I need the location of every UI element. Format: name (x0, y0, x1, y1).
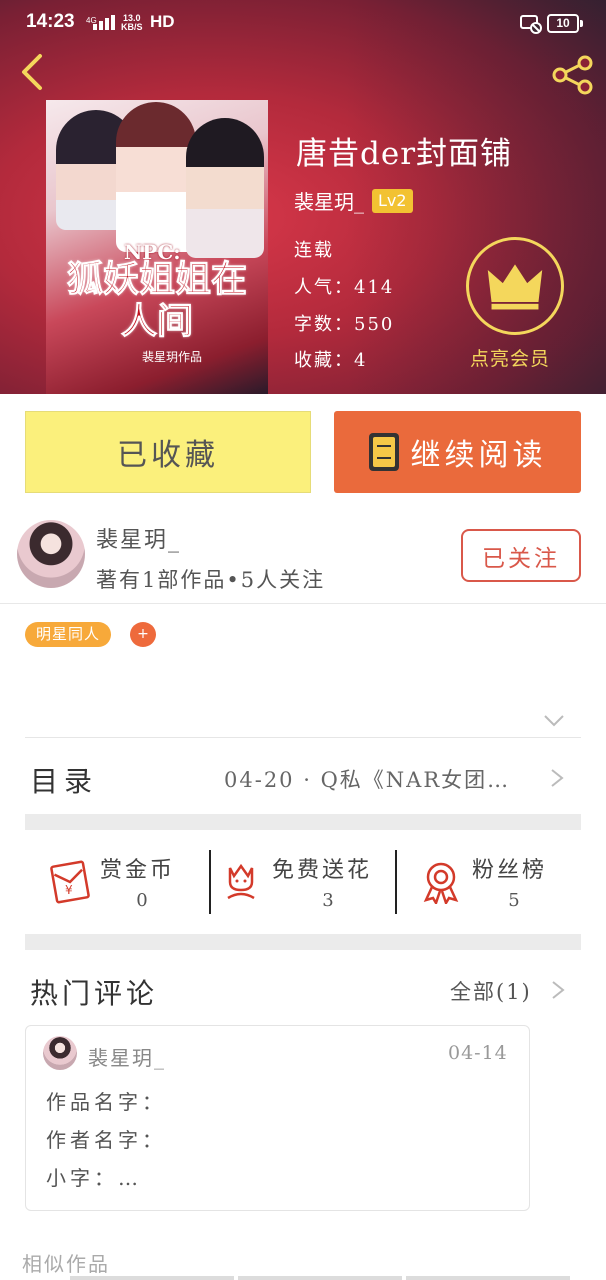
follow-button[interactable]: 已关注 (461, 529, 581, 582)
book-author-name[interactable]: 裴星玥_ (294, 186, 364, 215)
book-word-count: 字数：550 (294, 314, 395, 335)
cover-figure-right (186, 118, 264, 258)
add-tag-button[interactable]: + (130, 622, 156, 647)
commenter-name[interactable]: 裴星玥_ (88, 1042, 166, 1071)
comment-text-line: 作品名字： (46, 1090, 166, 1114)
share-icon[interactable] (550, 55, 596, 95)
status-time: 14:23 (26, 11, 75, 32)
ribbon-medal-icon[interactable] (420, 860, 462, 904)
red-envelope-icon[interactable]: ¥ (48, 860, 92, 904)
similar-works-title: 相似作品 (22, 1252, 110, 1276)
chevron-down-icon[interactable] (543, 712, 565, 728)
cover-figure-center (116, 102, 196, 252)
comment-date: 04-14 (448, 1042, 508, 1064)
cover-title-text: 狐妖姐姐在人间 (66, 258, 247, 343)
toc-latest-chapter[interactable]: 04-20 · Q私《NAR女团… (224, 764, 544, 794)
fan-ranking-label[interactable]: 粉丝榜 (472, 852, 547, 884)
commenter-avatar[interactable] (43, 1036, 77, 1070)
divider (25, 737, 581, 738)
hd-indicator: HD (150, 12, 175, 31)
reward-coins-label[interactable]: 赏金币 (100, 852, 175, 884)
fan-ranking-value: 5 (508, 890, 520, 911)
reward-coins-value: 0 (136, 890, 148, 911)
book-collections: 收藏：4 (294, 350, 368, 371)
svg-text:¥: ¥ (65, 883, 73, 897)
status-bar: 14:23 4G 13.0 KB/S HD 10 (0, 0, 606, 46)
section-separator (25, 934, 581, 950)
cover-sub-text: 裴星玥作品 (142, 350, 203, 364)
vip-label[interactable]: 点亮会员 (470, 344, 550, 371)
free-flowers-label[interactable]: 免费送花 (272, 852, 372, 884)
divider (395, 850, 397, 914)
flower-icon[interactable] (220, 860, 262, 902)
book-title: 唐昔der封面铺 (296, 136, 513, 172)
signal-icon (93, 15, 115, 30)
author-meta: 著有1部作品•5人关注 (96, 568, 326, 592)
divider (209, 850, 211, 914)
book-cover[interactable]: NPC: 狐妖姐姐在人间 裴星玥作品 (46, 100, 268, 394)
screen-mirror-icon (520, 15, 542, 34)
similar-works-strip (70, 1276, 570, 1280)
author-avatar[interactable] (17, 520, 85, 588)
author-name[interactable]: 裴星玥_ (96, 522, 181, 554)
hot-comments-title: 热门评论 (30, 977, 159, 1010)
level-badge: Lv2 (372, 188, 413, 213)
section-separator (25, 814, 581, 830)
crown-icon[interactable] (466, 237, 564, 335)
chevron-right-icon[interactable] (551, 980, 565, 1000)
battery-icon: 10 (547, 14, 583, 33)
comment-text-line: 小字：… (46, 1166, 142, 1190)
all-comments-link[interactable]: 全部(1) (450, 976, 532, 1006)
network-speed: 13.0 KB/S (121, 13, 143, 32)
comment-text-line: 作者名字： (46, 1128, 166, 1152)
divider (0, 603, 606, 604)
continue-reading-label: 继续阅读 (410, 438, 547, 473)
continue-reading-button[interactable]: 继续阅读 (334, 411, 581, 493)
free-flowers-value: 3 (322, 890, 334, 911)
collected-button[interactable]: 已收藏 (25, 411, 311, 493)
chevron-right-icon[interactable] (550, 768, 564, 788)
back-chevron-icon[interactable] (16, 52, 48, 92)
toc-label[interactable]: 目录 (30, 760, 98, 800)
book-status: 连载 (294, 240, 334, 261)
tag-chip[interactable]: 明星同人 (25, 622, 112, 647)
book-popularity: 人气：414 (294, 277, 395, 298)
book-author-row: 裴星玥_ Lv2 (294, 186, 413, 215)
book-icon (368, 433, 399, 471)
